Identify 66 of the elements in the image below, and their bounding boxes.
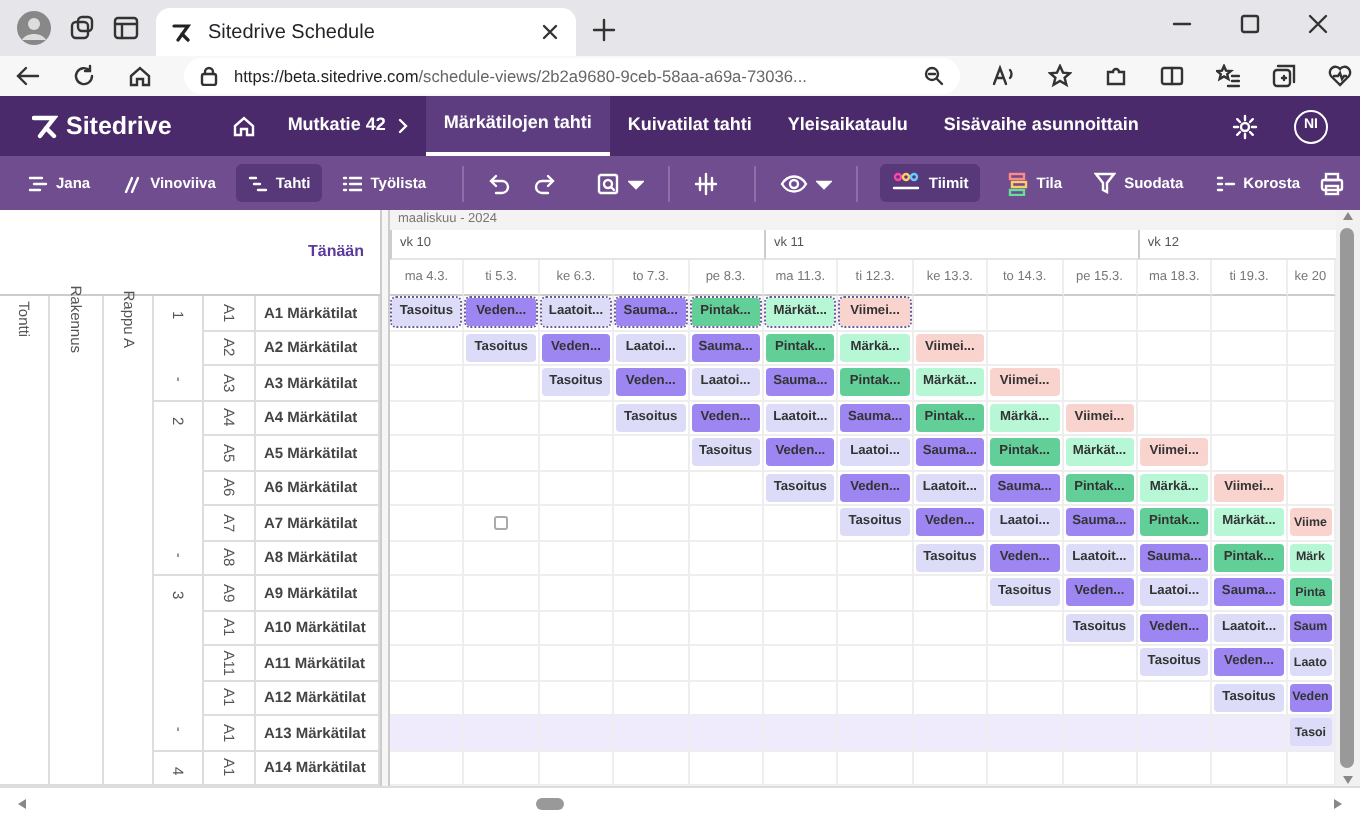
undo-icon[interactable] — [487, 171, 512, 195]
caret-icon[interactable] — [627, 175, 644, 191]
day-cell — [1063, 751, 1138, 786]
scroll-thumb[interactable] — [536, 798, 564, 810]
close-icon[interactable] — [1308, 14, 1328, 34]
highlight-icon — [1215, 173, 1236, 193]
day-cell — [1137, 751, 1213, 786]
lock-icon — [200, 66, 218, 86]
vertical-scrollbar[interactable] — [1335, 210, 1360, 786]
stepped-bars-icon — [247, 173, 268, 193]
day-cell — [913, 751, 989, 786]
close-icon[interactable] — [540, 22, 560, 42]
heart-pulse-icon[interactable] — [1328, 64, 1352, 88]
address-field[interactable]: https://beta.sitedrive.com/schedule-views/2b2a9680-9ceb-58aa-a69a-73036... — [184, 58, 960, 94]
read-aloud-icon[interactable] — [992, 64, 1016, 88]
tab-actions-icon[interactable] — [112, 14, 140, 42]
star-icon[interactable] — [1048, 64, 1072, 88]
day-cell — [838, 751, 914, 786]
redo-icon[interactable] — [531, 171, 556, 195]
new-tab-icon[interactable] — [592, 18, 616, 42]
status-bars-icon — [1008, 171, 1029, 195]
scroll-down-icon[interactable] — [1341, 774, 1354, 786]
maximize-icon[interactable] — [1240, 14, 1260, 34]
reload-icon[interactable] — [72, 64, 96, 88]
browser-tab[interactable]: Sitedrive Schedule — [156, 8, 576, 56]
collections-icon[interactable] — [1272, 64, 1296, 88]
day-cell — [1212, 751, 1288, 786]
settings-icon[interactable] — [1232, 113, 1258, 139]
view-tab[interactable]: Sisävaihe asunnoittain — [925, 96, 1157, 156]
project-breadcrumb[interactable]: Mutkatie 42 — [287, 112, 426, 140]
today-link[interactable]: Tänään — [307, 240, 364, 264]
day-cell — [614, 751, 690, 786]
day-cell — [464, 751, 540, 786]
caret-icon[interactable] — [815, 175, 832, 191]
scroll-right-icon[interactable] — [1332, 798, 1344, 810]
calendar-search-icon[interactable] — [595, 171, 620, 195]
workspaces-icon[interactable] — [68, 14, 96, 42]
timeline-icon — [28, 173, 48, 193]
scroll-left-icon[interactable] — [16, 798, 28, 810]
people-icon — [892, 172, 921, 194]
logo-text: Sitedrive — [66, 109, 172, 144]
sitedrive-logo-icon — [32, 113, 58, 139]
zoom-out-icon[interactable] — [924, 66, 944, 86]
day-cell — [988, 751, 1064, 786]
align-center-icon[interactable] — [693, 171, 718, 195]
eye-icon[interactable] — [779, 171, 808, 195]
split-screen-icon[interactable] — [1160, 64, 1184, 88]
scroll-thumb[interactable] — [1340, 228, 1355, 768]
print-icon[interactable] — [1320, 171, 1344, 195]
avatar-icon — [16, 10, 52, 46]
home-icon[interactable] — [128, 64, 152, 88]
url-text: https://beta.sitedrive.com/schedule-views/2b2a9680-9ceb-58aa-a69a-73036... — [234, 63, 809, 89]
tab-title: Sitedrive Schedule — [208, 19, 377, 47]
chevron-right-icon — [393, 118, 410, 134]
diagonal-lines-icon — [122, 173, 143, 193]
day-cell — [763, 751, 839, 786]
favorites-icon[interactable] — [1216, 64, 1240, 88]
list-icon — [342, 173, 363, 193]
filter-icon — [1094, 172, 1117, 194]
day-cell — [539, 751, 615, 786]
day-cell — [689, 751, 764, 786]
view-tab[interactable]: Yleisaikataulu — [769, 96, 926, 156]
back-icon[interactable] — [16, 64, 40, 88]
sitedrive-logo-icon — [172, 22, 192, 42]
view-tab[interactable]: Kuivatilat tahti — [609, 96, 770, 156]
view-tab[interactable]: Märkätilojen tahti — [425, 96, 610, 156]
